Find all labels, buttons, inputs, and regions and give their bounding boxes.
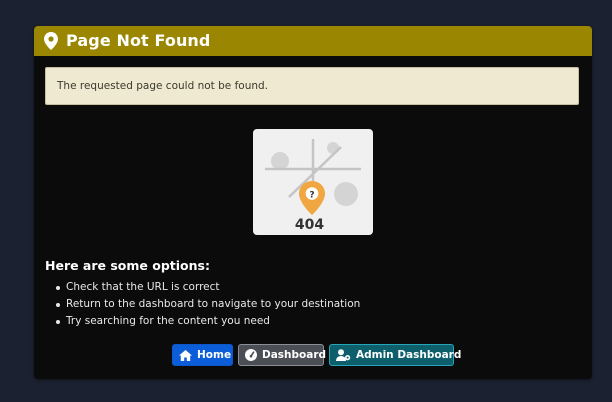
not-found-illustration: ? 404 — [253, 129, 373, 235]
options-heading: Here are some options: — [45, 258, 210, 273]
list-item: Check that the URL is correct — [56, 279, 360, 296]
home-button[interactable]: Home — [172, 344, 233, 366]
user-gear-icon — [336, 349, 351, 361]
error-alert: The requested page could not be found. — [45, 67, 579, 105]
page-title: Page Not Found — [66, 31, 211, 50]
home-button-label: Home — [197, 349, 232, 361]
dashboard-gauge-icon — [245, 349, 257, 361]
card-header: Page Not Found — [34, 26, 592, 56]
error-code: 404 — [294, 217, 325, 233]
admin-dashboard-button[interactable]: Admin Dashboard — [329, 344, 461, 366]
map-marker-icon — [44, 32, 58, 50]
list-item: Try searching for the content you need — [56, 313, 360, 330]
home-icon — [179, 349, 192, 361]
dashboard-button-label: Dashboard — [262, 349, 327, 361]
not-found-card: Page Not Found The requested page could … — [34, 26, 592, 379]
options-list: Check that the URL is correct Return to … — [56, 279, 360, 330]
alert-message: The requested page could not be found. — [57, 80, 269, 92]
dashboard-button[interactable]: Dashboard — [238, 344, 327, 366]
admin-dashboard-button-label: Admin Dashboard — [356, 349, 462, 361]
list-item: Return to the dashboard to navigate to y… — [56, 296, 360, 313]
pin-symbol: ? — [309, 191, 314, 201]
